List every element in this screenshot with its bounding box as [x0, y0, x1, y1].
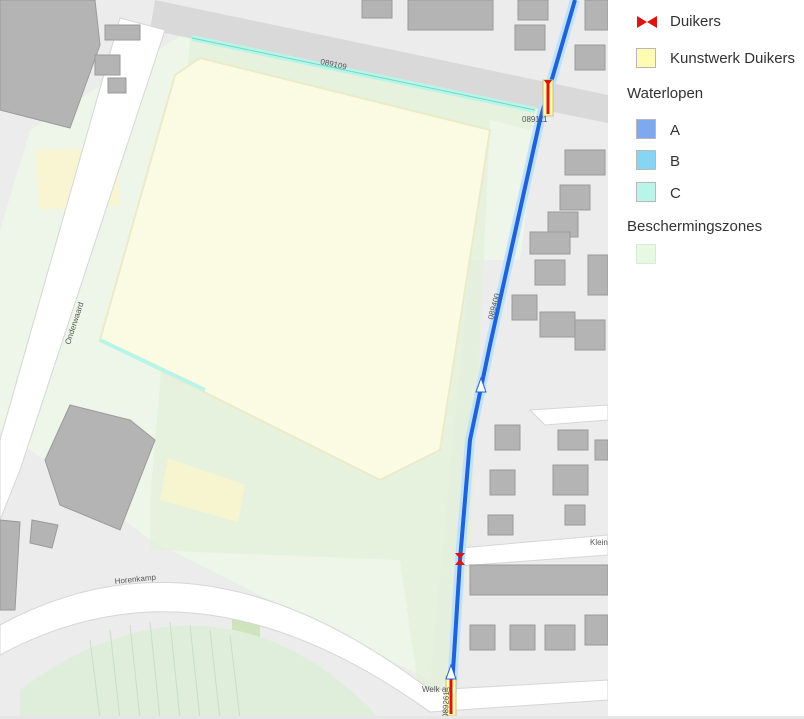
building: [509, 624, 536, 651]
building: [104, 24, 141, 41]
legend-waterlopen-heading: Waterlopen: [627, 85, 704, 102]
watercourse-label: 089261: [441, 691, 451, 719]
waterloop-c-swatch: [636, 182, 656, 202]
legend-panel: Duikers Kunstwerk Duikers Waterlopen A B…: [608, 0, 804, 719]
legend-waterloop-c-label: C: [670, 185, 681, 202]
building: [594, 439, 608, 461]
building: [539, 311, 576, 338]
building: [361, 0, 393, 19]
building: [487, 514, 514, 536]
building: [584, 614, 608, 646]
road-label: Welk am: [422, 685, 453, 694]
building: [584, 0, 608, 31]
building: [517, 0, 549, 21]
building: [529, 231, 571, 255]
legend-kunstwerk-label: Kunstwerk Duikers: [670, 50, 796, 67]
building: [544, 624, 576, 651]
building: [564, 149, 606, 176]
beschermingszone-swatch: [636, 244, 656, 264]
map-canvas[interactable]: 089109 089111 089400 089261 Horenkamp On…: [0, 0, 608, 719]
legend-beschermingszones-heading: Beschermingszones: [627, 218, 763, 235]
legend-waterloop-b: [636, 149, 656, 171]
road-label: Klein: [590, 538, 608, 547]
legend-waterloop-c: [636, 181, 656, 203]
legend-beschermingszone: [636, 243, 656, 265]
waterloop-a-swatch: [636, 119, 656, 139]
legend-duikers: [636, 11, 658, 33]
building: [407, 0, 494, 31]
legend-waterloop-a: [636, 118, 656, 140]
building: [514, 24, 546, 51]
building: [494, 424, 521, 451]
legend-waterloop-a-label: A: [670, 122, 681, 139]
bowtie-icon: [637, 16, 657, 28]
building: [469, 564, 608, 596]
kunstwerk-swatch: [636, 48, 656, 68]
building: [107, 77, 127, 94]
building: [574, 44, 606, 71]
legend-duikers-label: Duikers: [670, 13, 721, 30]
building: [511, 294, 538, 321]
building: [557, 429, 589, 451]
building: [94, 54, 121, 76]
building: [552, 464, 589, 496]
waterloop-b-swatch: [636, 150, 656, 170]
building: [587, 254, 608, 296]
building: [564, 504, 586, 526]
building: [469, 624, 496, 651]
building: [534, 259, 566, 286]
legend-kunstwerk: [636, 47, 656, 69]
building: [574, 319, 606, 351]
building: [559, 184, 591, 211]
building: [489, 469, 516, 496]
legend-waterloop-b-label: B: [670, 153, 681, 170]
map-view[interactable]: 089109 089111 089400 089261 Horenkamp On…: [0, 0, 608, 719]
watercourse-label: 089111: [522, 115, 548, 124]
